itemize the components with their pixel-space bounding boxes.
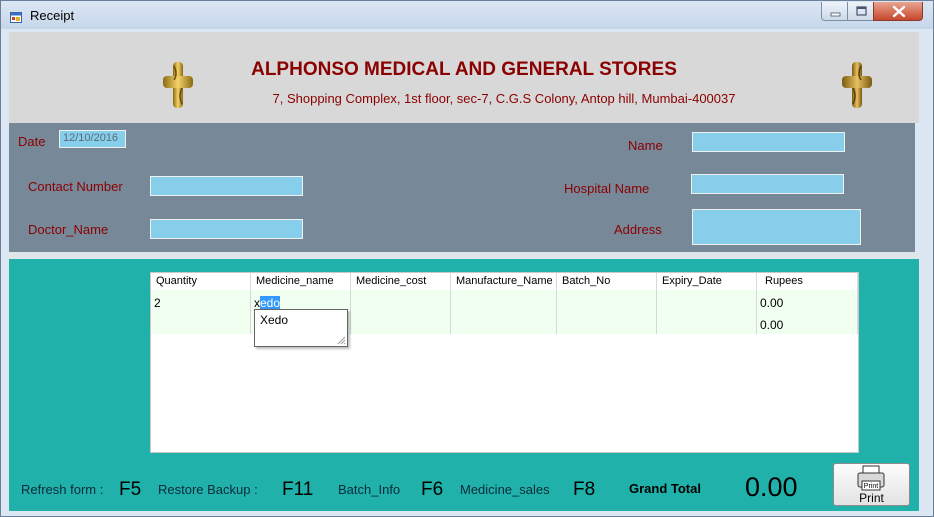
print-button[interactable]: Print Print xyxy=(833,463,910,506)
date-field[interactable]: 12/10/2016 xyxy=(59,130,126,148)
panel-divider xyxy=(9,252,919,259)
name-field[interactable] xyxy=(692,132,845,152)
hospital-name-field[interactable] xyxy=(691,174,844,194)
close-button[interactable] xyxy=(873,2,923,21)
medicine-cost-cell[interactable] xyxy=(351,290,451,334)
grand-total-value: 0.00 xyxy=(745,472,798,502)
rupees-value: 0.00 xyxy=(760,318,784,332)
store-header: ALPHONSO MEDICAL AND GENERAL STORES 7, S… xyxy=(9,32,919,123)
grid-header: Quantity Medicine_name Medicine_cost Man… xyxy=(151,273,858,291)
manufacture-name-cell[interactable] xyxy=(451,290,557,334)
address-field[interactable] xyxy=(692,209,861,245)
column-header-quantity[interactable]: Quantity xyxy=(151,273,251,290)
quantity-cell[interactable]: 2 xyxy=(151,290,251,334)
rupees-cell[interactable]: 0.00 0.00 xyxy=(757,290,858,334)
date-label: Date xyxy=(18,134,46,149)
minimize-button[interactable] xyxy=(821,2,848,21)
contact-number-field[interactable] xyxy=(150,176,303,196)
hospital-name-label: Hospital Name xyxy=(564,181,650,196)
batch-info-key: F6 xyxy=(421,479,444,500)
title-bar[interactable]: Receipt xyxy=(1,1,933,29)
printer-icon-text: Print xyxy=(864,483,878,490)
contact-number-label: Contact Number xyxy=(28,179,123,194)
doctor-name-label: Doctor_Name xyxy=(28,222,109,237)
selected-text: edo xyxy=(260,296,281,310)
column-header-rupees[interactable]: Rupees xyxy=(757,273,858,290)
expiry-date-cell[interactable] xyxy=(657,290,757,334)
column-header-manufacture-name[interactable]: Manufacture_Name xyxy=(451,273,557,290)
column-header-medicine-cost[interactable]: Medicine_cost xyxy=(351,273,451,290)
medicine-sales-label: Medicine_sales xyxy=(460,482,550,497)
app-window-icon xyxy=(10,10,22,23)
medicine-sales-key: F8 xyxy=(573,479,596,500)
receipt-window: Receipt ALPHONSO MEDICAL AND GENERAL STO… xyxy=(0,0,934,517)
store-address: 7, Shopping Complex, 1st floor, sec-7, C… xyxy=(272,91,736,106)
doctor-name-field[interactable] xyxy=(150,219,303,239)
column-header-expiry-date[interactable]: Expiry_Date xyxy=(657,273,757,290)
medicine-grid[interactable]: Quantity Medicine_name Medicine_cost Man… xyxy=(150,272,859,453)
quantity-value: 2 xyxy=(154,296,161,310)
refresh-form-label: Refresh form : xyxy=(21,482,104,497)
printer-icon: Print xyxy=(857,465,885,491)
column-header-batch-no[interactable]: Batch_No xyxy=(557,273,657,290)
store-name: ALPHONSO MEDICAL AND GENERAL STORES xyxy=(251,59,677,80)
rupees-value: 0.00 xyxy=(760,296,784,310)
autocomplete-item[interactable]: Xedo xyxy=(260,313,288,327)
restore-backup-key: F11 xyxy=(282,479,314,500)
autocomplete-dropdown[interactable]: Xedo xyxy=(254,309,348,347)
maximize-button[interactable] xyxy=(847,2,874,21)
window-title: Receipt xyxy=(30,8,75,23)
customer-info-panel: Date 12/10/2016 Name Contact Number Hosp… xyxy=(9,123,915,252)
grand-total-label: Grand Total xyxy=(629,481,701,496)
column-header-medicine-name[interactable]: Medicine_name xyxy=(251,273,351,290)
name-label: Name xyxy=(628,138,663,153)
batch-info-label: Batch_Info xyxy=(338,482,401,497)
refresh-form-key: F5 xyxy=(119,479,142,500)
batch-no-cell[interactable] xyxy=(557,290,657,334)
print-label: Print xyxy=(859,491,884,505)
address-label: Address xyxy=(614,222,662,237)
medicine-name-input[interactable]: xedo xyxy=(254,296,281,310)
restore-backup-label: Restore Backup : xyxy=(158,482,258,497)
resize-grip-icon[interactable] xyxy=(336,335,346,345)
